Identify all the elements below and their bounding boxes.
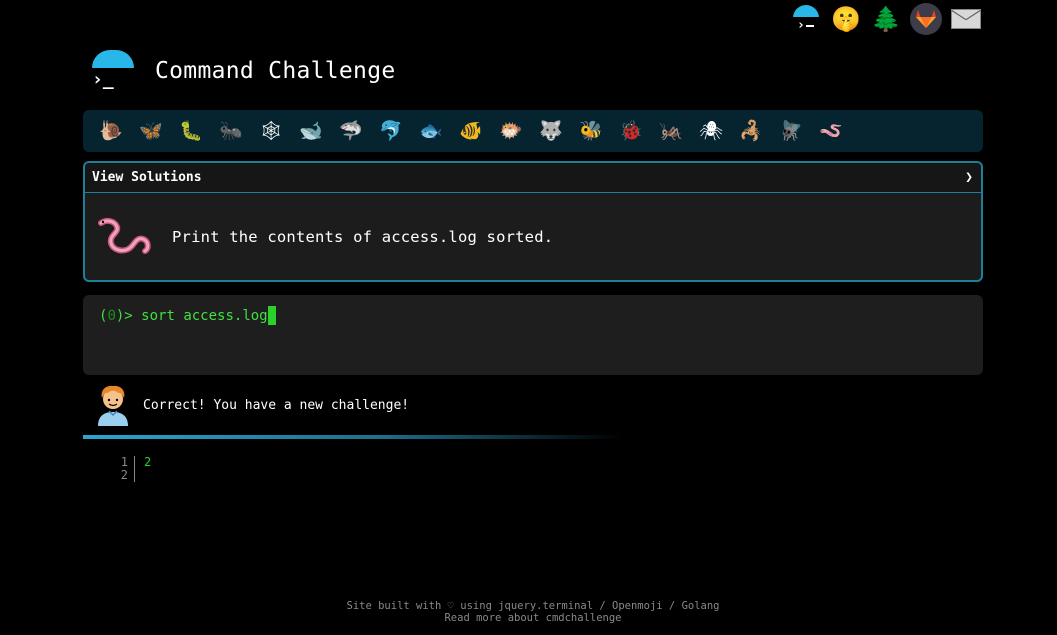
cricket-icon[interactable]: 🦗 [651,113,691,149]
command-output: 1 2 2 [110,456,151,482]
whale-icon[interactable]: 🐋 [291,113,331,149]
caterpillar-icon[interactable]: 🐛 [171,113,211,149]
page-header: ›_ Command Challenge [92,48,396,94]
page-title: Command Challenge [155,58,396,84]
output-text: 2 [134,456,151,469]
solutions-panel: View Solutions ❯ Print the contents of a… [83,161,983,282]
read-more-link[interactable]: Read more about cmdchallenge [444,612,621,624]
tree-glyph: 🌲 [871,5,901,33]
footer-separator: / [662,600,682,612]
person-icon [98,385,128,426]
output-text [134,469,144,482]
shushing-face-icon[interactable]: 🤫 [830,3,862,35]
worm-icon[interactable]: 🪱 [811,113,851,149]
bee-icon[interactable]: 🐝 [571,113,611,149]
terminal-prompt: (0)> [99,307,142,324]
challenge-description: Print the contents of access.log sorted. [85,193,981,280]
footer: Site built with ♡ using jquery.terminal … [0,600,1057,624]
terminal-cursor [267,306,276,325]
feedback-text: Correct! You have a new challenge! [143,397,410,413]
shark-icon[interactable]: 🦈 [331,113,371,149]
terminal-command[interactable]: sort access.log [141,308,267,324]
view-solutions-toggle[interactable]: View Solutions ❯ [85,163,981,193]
footer-line-1: Site built with ♡ using jquery.terminal … [0,600,1057,612]
fish-icon[interactable]: 🐟 [411,113,451,149]
feedback-message: Correct! You have a new challenge! [96,384,409,426]
dolphin-icon[interactable]: 🐬 [371,113,411,149]
terminal[interactable]: (0)> sort access.log [83,295,983,375]
cmdchallenge-logo-icon[interactable]: › [790,3,822,35]
tree-icon[interactable]: 🌲 [870,3,902,35]
ant-icon[interactable]: 🐜 [211,113,251,149]
golang-link[interactable]: Golang [682,600,720,612]
mail-icon[interactable] [950,3,982,35]
top-links: › 🤫 🌲 [790,0,982,38]
snail-icon[interactable]: 🐌 [91,113,131,149]
worm-icon [98,217,151,254]
wolf-icon[interactable]: 🐺 [531,113,571,149]
openmoji-link[interactable]: Openmoji [612,600,663,612]
footer-credit-text: Site built with ♡ using [346,600,499,612]
view-solutions-label: View Solutions [92,170,202,185]
jquery-terminal-link[interactable]: jquery.terminal [498,600,593,612]
chevron-right-icon[interactable]: ❯ [965,170,973,185]
tropical-fish-icon[interactable]: 🐠 [451,113,491,149]
progress-bar [83,435,623,439]
footer-separator: / [593,600,613,612]
output-line: 1 2 [110,456,151,469]
challenge-text: Print the contents of access.log sorted. [172,228,554,246]
scorpion-icon[interactable]: 🦂 [731,113,771,149]
spider-web-icon[interactable]: 🕸 [251,113,291,149]
challenge-icon-bar: 🐌 🦋 🐛 🐜 🕸 🐋 🦈 🐬 🐟 🐠 🐡 🐺 🐝 🐞 🦗 🕷 🦂 🪰 🪱 [83,110,983,152]
fly-icon[interactable]: 🪰 [771,113,811,149]
blowfish-icon[interactable]: 🐡 [491,113,531,149]
spider-icon[interactable]: 🕷 [691,113,731,149]
output-line: 2 [110,469,151,482]
logo-icon[interactable]: ›_ [92,50,134,92]
terminal-input-line[interactable]: (0)> sort access.log [99,306,967,325]
butterfly-icon[interactable]: 🦋 [131,113,171,149]
shushing-face-glyph: 🤫 [831,5,861,33]
ladybug-icon[interactable]: 🐞 [611,113,651,149]
line-number: 2 [120,468,128,482]
gitlab-icon[interactable] [910,3,942,35]
